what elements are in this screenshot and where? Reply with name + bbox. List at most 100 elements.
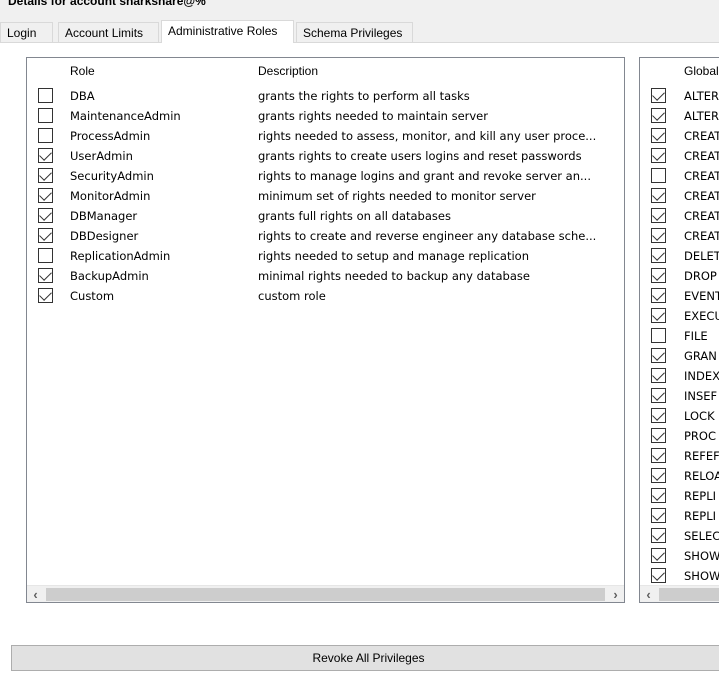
privilege-row[interactable]: FILE [640,325,719,345]
privilege-row[interactable]: DROP [640,265,719,285]
role-row[interactable]: DBDesigner rights to create and reverse e… [27,225,624,245]
privilege-checkbox[interactable] [651,228,666,243]
privilege-checkbox[interactable] [651,168,666,183]
privilege-row[interactable]: CREAT [640,125,719,145]
privilege-name: PROC [684,429,717,443]
role-row[interactable]: UserAdmin grants rights to create users l… [27,145,624,165]
role-checkbox[interactable] [38,148,53,163]
privilege-row[interactable]: SELEC [640,525,719,545]
privilege-row[interactable]: GRAN [640,345,719,365]
privilege-checkbox[interactable] [651,488,666,503]
role-checkbox[interactable] [38,128,53,143]
privilege-row[interactable]: RELOA [640,465,719,485]
privilege-row[interactable]: INSEF [640,385,719,405]
privilege-row[interactable]: REFEF [640,445,719,465]
role-checkbox[interactable] [38,268,53,283]
privilege-checkbox[interactable] [651,208,666,223]
privilege-name: RELOA [684,469,719,483]
role-checkbox[interactable] [38,108,53,123]
privilege-name: SHOW [684,569,719,583]
role-checkbox[interactable] [38,188,53,203]
privilege-checkbox[interactable] [651,408,666,423]
role-row[interactable]: MonitorAdmin minimum set of rights needed… [27,185,624,205]
revoke-all-privileges-button[interactable]: Revoke All Privileges [11,645,719,671]
tab-schema-privileges[interactable]: Schema Privileges [296,22,413,42]
chevron-left-icon[interactable]: ‹ [640,586,657,602]
privilege-name: DROP [684,269,717,283]
scroll-thumb[interactable] [659,588,719,601]
role-row[interactable]: Custom custom role [27,285,624,305]
privilege-name: REPLI [684,509,716,523]
privilege-checkbox[interactable] [651,308,666,323]
role-checkbox[interactable] [38,288,53,303]
privilege-row[interactable]: LOCK [640,405,719,425]
privilege-name: EXECU [684,309,719,323]
tab-administrative-roles[interactable]: Administrative Roles [161,20,294,43]
privilege-checkbox[interactable] [651,448,666,463]
scroll-thumb[interactable] [46,588,605,601]
privilege-checkbox[interactable] [651,288,666,303]
privilege-row[interactable]: ALTER [640,85,719,105]
tab-account-limits[interactable]: Account Limits [58,22,159,42]
privilege-row[interactable]: REPLI [640,485,719,505]
privilege-row[interactable]: CREAT [640,185,719,205]
role-checkbox[interactable] [38,88,53,103]
role-row[interactable]: ReplicationAdmin rights needed to setup a… [27,245,624,265]
role-column-header[interactable]: Role [70,64,95,78]
roles-list[interactable]: Role Description DBA grants the rights to… [26,57,625,603]
privilege-checkbox[interactable] [651,328,666,343]
role-name: SecurityAdmin [70,169,154,183]
privilege-row[interactable]: SHOW [640,565,719,585]
tab-login[interactable]: Login [0,22,53,42]
privilege-row[interactable]: EXECU [640,305,719,325]
privilege-row[interactable]: INDEX [640,365,719,385]
privilege-name: FILE [684,329,708,343]
global-privileges-list[interactable]: Global ALTER ALTER CREAT CREAT CREAT CREAT CRE… [639,57,719,603]
privilege-row[interactable]: SHOW [640,545,719,565]
privilege-checkbox[interactable] [651,248,666,263]
privileges-horizontal-scrollbar[interactable]: ‹ [640,585,719,602]
role-checkbox[interactable] [38,228,53,243]
role-row[interactable]: SecurityAdmin rights to manage logins and… [27,165,624,185]
description-column-header[interactable]: Description [258,64,318,78]
privilege-checkbox[interactable] [651,428,666,443]
role-checkbox[interactable] [38,168,53,183]
privilege-checkbox[interactable] [651,468,666,483]
privilege-name: CREAT [684,209,719,223]
privilege-row[interactable]: CREAT [640,205,719,225]
privilege-checkbox[interactable] [651,528,666,543]
privilege-row[interactable]: CREAT [640,225,719,245]
privilege-checkbox[interactable] [651,388,666,403]
chevron-right-icon[interactable]: › [607,586,624,602]
role-row[interactable]: BackupAdmin minimal rights needed to back… [27,265,624,285]
privilege-checkbox[interactable] [651,368,666,383]
privilege-row[interactable]: CREAT [640,165,719,185]
privilege-row[interactable]: DELET [640,245,719,265]
privilege-checkbox[interactable] [651,128,666,143]
role-checkbox[interactable] [38,208,53,223]
privilege-row[interactable]: EVENT [640,285,719,305]
privilege-row[interactable]: REPLI [640,505,719,525]
privilege-checkbox[interactable] [651,568,666,583]
privilege-checkbox[interactable] [651,88,666,103]
chevron-left-icon[interactable]: ‹ [27,586,44,602]
privilege-row[interactable]: PROC [640,425,719,445]
global-column-header[interactable]: Global [684,64,719,78]
role-checkbox[interactable] [38,248,53,263]
privilege-row[interactable]: CREAT [640,145,719,165]
privilege-checkbox[interactable] [651,148,666,163]
role-description: rights to manage logins and grant and re… [258,169,591,183]
privilege-checkbox[interactable] [651,548,666,563]
role-row[interactable]: MaintenanceAdmin grants rights needed to … [27,105,624,125]
privilege-checkbox[interactable] [651,508,666,523]
privilege-name: REPLI [684,489,716,503]
privilege-checkbox[interactable] [651,108,666,123]
privilege-checkbox[interactable] [651,188,666,203]
privilege-checkbox[interactable] [651,348,666,363]
privilege-row[interactable]: ALTER [640,105,719,125]
role-row[interactable]: ProcessAdmin rights needed to assess, mon… [27,125,624,145]
role-row[interactable]: DBA grants the rights to perform all task… [27,85,624,105]
privilege-checkbox[interactable] [651,268,666,283]
roles-horizontal-scrollbar[interactable]: ‹ › [27,585,624,602]
role-row[interactable]: DBManager grants full rights on all datab… [27,205,624,225]
